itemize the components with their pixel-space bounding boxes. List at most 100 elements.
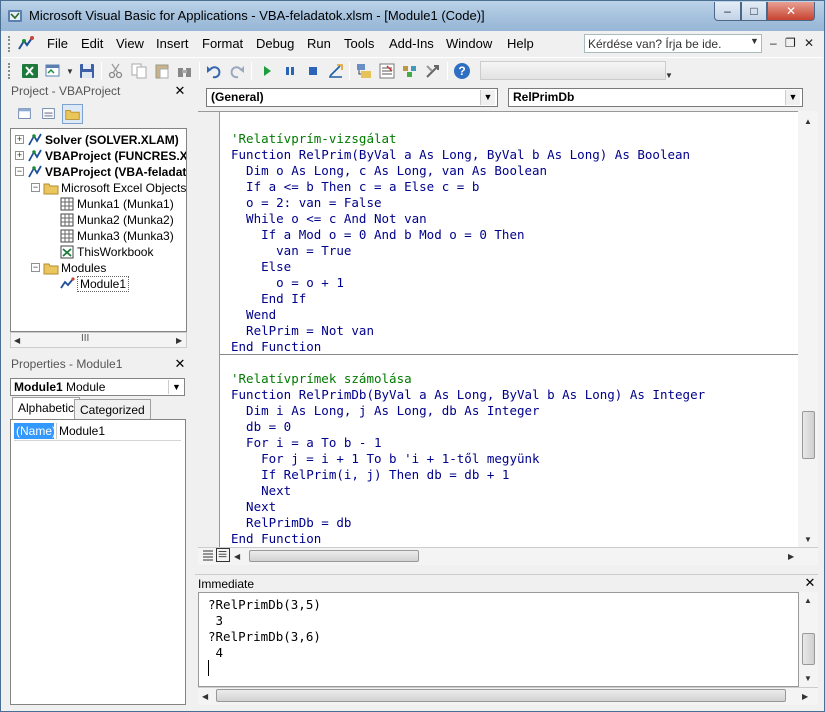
code-vscroll-thumb[interactable]	[802, 411, 815, 459]
scroll-right-arrow[interactable]: ▶	[788, 552, 794, 561]
code-margin[interactable]	[198, 112, 220, 548]
code-line[interactable]: RelPrim = Not van	[231, 323, 374, 339]
menu-grip[interactable]	[8, 36, 12, 52]
scroll-up-arrow[interactable]: ▲	[804, 596, 812, 605]
procedure-combo[interactable]: RelPrimDb ▼	[508, 88, 803, 107]
project-explorer-icon[interactable]	[355, 62, 373, 80]
module-icon[interactable]	[16, 35, 36, 53]
code-line[interactable]: Else	[231, 259, 291, 275]
code-hscroll-thumb[interactable]	[249, 550, 419, 562]
code-line[interactable]: End Function	[231, 531, 321, 547]
code-line[interactable]: End If	[231, 291, 306, 307]
toolbar-grip[interactable]	[8, 63, 12, 79]
code-line[interactable]: Next	[231, 483, 291, 499]
chevron-down-icon[interactable]: ▼	[66, 67, 74, 76]
project-panel-close-button[interactable]: ✕	[173, 84, 187, 98]
scroll-down-arrow[interactable]: ▼	[804, 674, 812, 683]
find-icon[interactable]	[176, 62, 194, 80]
immediate-window[interactable]: ?RelPrimDb(3,5) 3 ?RelPrimDb(3,6) 4	[198, 592, 799, 687]
menu-window[interactable]: Window	[446, 36, 492, 51]
copy-icon[interactable]	[130, 62, 148, 80]
view-code-icon[interactable]	[14, 104, 35, 124]
save-icon[interactable]	[78, 62, 96, 80]
object-select[interactable]: Module1 Module	[10, 378, 185, 396]
tree-node-label[interactable]: VBAProject (VBA-feladat	[45, 164, 186, 180]
code-line[interactable]: o = 2: van = False	[231, 195, 381, 211]
full-module-view-icon[interactable]	[216, 548, 230, 562]
design-mode-icon[interactable]	[327, 62, 345, 80]
break-icon[interactable]	[281, 62, 299, 80]
tree-node-label[interactable]: VBAProject (FUNCRES.XL	[45, 148, 186, 164]
menu-edit[interactable]: Edit	[81, 36, 103, 51]
mdi-restore-button[interactable]: ❐	[785, 36, 796, 50]
code-vscrollbar[interactable]: ▲ ▼	[798, 111, 818, 547]
immediate-line[interactable]: ?RelPrimDb(3,6)	[208, 629, 321, 645]
excel-view-icon[interactable]	[21, 62, 39, 80]
cut-icon[interactable]	[107, 62, 125, 80]
immediate-line[interactable]: 3	[208, 613, 224, 629]
close-window-button[interactable]: ✕	[767, 2, 815, 21]
reset-icon[interactable]	[304, 62, 322, 80]
object-browser-icon[interactable]	[401, 62, 419, 80]
chevron-down-icon[interactable]: ▼	[785, 90, 800, 105]
scroll-right-arrow[interactable]: ▶	[176, 336, 182, 345]
code-line[interactable]: Wend	[231, 307, 276, 323]
toolbar-options-icon[interactable]: ▼	[665, 71, 673, 80]
tree-expander[interactable]: −	[15, 167, 24, 176]
chevron-down-icon[interactable]: ▼	[168, 380, 184, 394]
run-icon[interactable]	[258, 62, 276, 80]
menu-tools[interactable]: Tools	[344, 36, 374, 51]
help-icon[interactable]: ?	[453, 62, 471, 80]
tree-node-label[interactable]: Module1	[77, 276, 130, 292]
code-line[interactable]: If RelPrim(i, j) Then db = db + 1	[231, 467, 509, 483]
menu-run[interactable]: Run	[307, 36, 331, 51]
tree-node-label[interactable]: Munka3 (Munka3)	[77, 228, 174, 244]
ask-question-input[interactable]: Kérdése van? Írja be ide.	[584, 34, 762, 53]
mdi-close-button[interactable]: ✕	[804, 36, 814, 50]
tree-node-label[interactable]: Munka2 (Munka2)	[77, 212, 174, 228]
code-line[interactable]: o = o + 1	[231, 275, 344, 291]
tree-node-label[interactable]: Modules	[61, 260, 106, 276]
menu-insert[interactable]: Insert	[156, 36, 189, 51]
code-editor[interactable]: 'Relatívprím-vizsgálat Function RelPrim(B…	[198, 111, 798, 548]
code-line[interactable]: If a <= b Then c = a Else c = b	[231, 179, 479, 195]
code-line[interactable]: End Function	[231, 339, 321, 355]
immediate-vscroll-thumb[interactable]	[802, 633, 815, 665]
tree-node-label[interactable]: Munka1 (Munka1)	[77, 196, 174, 212]
chevron-down-icon[interactable]: ▼	[480, 90, 495, 105]
scroll-down-arrow[interactable]: ▼	[804, 535, 812, 544]
scroll-grip[interactable]: III	[81, 333, 89, 344]
scroll-up-arrow[interactable]: ▲	[804, 117, 812, 126]
menu-format[interactable]: Format	[202, 36, 243, 51]
code-line[interactable]: 'Relatívprímek számolása	[231, 371, 412, 387]
view-object-icon[interactable]	[38, 104, 59, 124]
code-line[interactable]: Function RelPrim(ByVal a As Long, ByVal …	[231, 147, 690, 163]
properties-panel-close-button[interactable]: ✕	[173, 357, 187, 371]
menu-help[interactable]: Help	[507, 36, 534, 51]
code-line[interactable]: Next	[231, 499, 276, 515]
procedure-view-icon[interactable]	[201, 548, 215, 562]
scroll-left-arrow[interactable]: ◀	[14, 336, 20, 345]
toggle-folders-icon[interactable]	[62, 104, 83, 124]
tree-node-label[interactable]: Solver (SOLVER.XLAM)	[45, 132, 179, 148]
code-line[interactable]: Function RelPrimDb(ByVal a As Long, ByVa…	[231, 387, 705, 403]
scroll-left-arrow[interactable]: ◀	[202, 692, 208, 701]
panel-splitter[interactable]	[188, 83, 197, 708]
tree-expander[interactable]: +	[15, 135, 24, 144]
title-bar[interactable]: Microsoft Visual Basic for Applications …	[1, 1, 824, 31]
code-line[interactable]: Dim o As Long, c As Long, van As Boolean	[231, 163, 547, 179]
object-combo[interactable]: (General) ▼	[206, 88, 498, 107]
paste-icon[interactable]	[153, 62, 171, 80]
menu-file[interactable]: File	[47, 36, 68, 51]
code-line[interactable]: RelPrimDb = db	[231, 515, 351, 531]
code-line[interactable]: For i = a To b - 1	[231, 435, 381, 451]
mdi-minimize-button[interactable]: –	[770, 36, 777, 50]
maximize-button[interactable]: □	[741, 2, 767, 21]
immediate-close-button[interactable]: ✕	[803, 576, 817, 590]
code-line[interactable]: Dim i As Long, j As Long, db As Integer	[231, 403, 540, 419]
properties-window-icon[interactable]	[378, 62, 396, 80]
scroll-right-arrow[interactable]: ▶	[802, 692, 808, 701]
code-line[interactable]: 'Relatívprím-vizsgálat	[231, 131, 397, 147]
tab-categorized[interactable]: Categorized	[74, 399, 151, 419]
undo-icon[interactable]	[205, 62, 223, 80]
